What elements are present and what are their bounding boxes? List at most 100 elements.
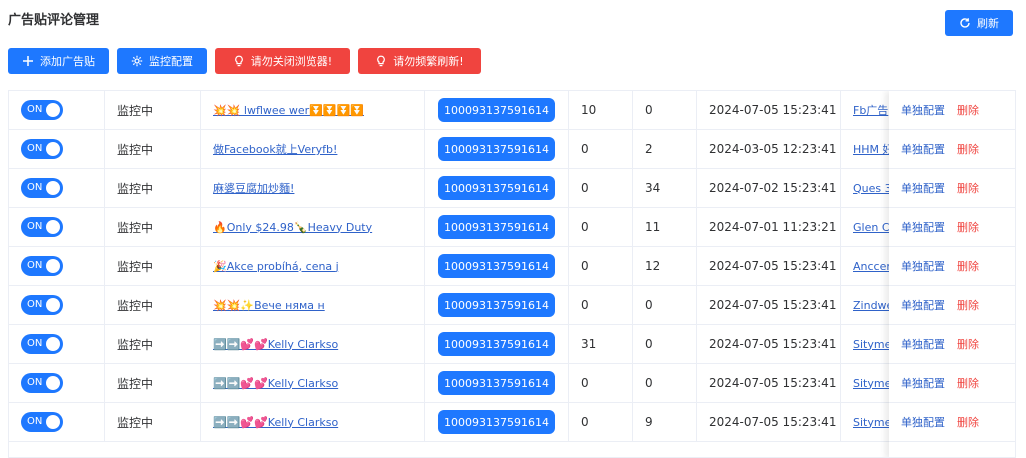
delete-button[interactable]: 删除 bbox=[957, 258, 979, 274]
page-name-link[interactable]: Ques 3 bbox=[853, 182, 889, 195]
table-row: ON 监控中 ➡️➡️💕💕Kelly Clarkso 1000931375916… bbox=[9, 325, 1015, 364]
page-name-link[interactable]: Sityme bbox=[853, 377, 889, 390]
single-config-button[interactable]: 单独配置 bbox=[901, 336, 945, 352]
monitor-toggle[interactable]: ON bbox=[21, 373, 63, 393]
title-cell: 🎉Akce probíhá, cena j bbox=[201, 247, 425, 285]
table-row: ON 监控中 ➡️➡️💕💕Kelly Clarkso 1000931375916… bbox=[9, 403, 1015, 442]
count-value-2: 0 bbox=[645, 376, 653, 390]
monitor-toggle[interactable]: ON bbox=[21, 139, 63, 159]
ad-post-title-link[interactable]: 麻婆豆腐加炒麵! bbox=[213, 180, 294, 196]
ad-post-title-link[interactable]: ➡️➡️💕💕Kelly Clarkso bbox=[213, 416, 338, 429]
account-id-tag[interactable]: 100093137591614 bbox=[438, 98, 555, 122]
single-config-button[interactable]: 单独配置 bbox=[901, 219, 945, 235]
refresh-button[interactable]: 刷新 bbox=[945, 10, 1013, 36]
count-value-2: 0 bbox=[645, 337, 653, 351]
page-name-cell: Anccer bbox=[841, 247, 889, 285]
single-config-button[interactable]: 单独配置 bbox=[901, 102, 945, 118]
account-id-tag[interactable]: 100093137591614 bbox=[438, 254, 555, 278]
toggle-knob bbox=[46, 103, 60, 117]
monitor-toggle[interactable]: ON bbox=[21, 178, 63, 198]
single-config-button[interactable]: 单独配置 bbox=[901, 141, 945, 157]
account-id-tag[interactable]: 100093137591614 bbox=[438, 137, 555, 161]
count-cell-1: 0 bbox=[569, 130, 633, 168]
switch-cell: ON bbox=[9, 247, 105, 285]
page-name-cell: Zindwe bbox=[841, 286, 889, 324]
count-value-2: 0 bbox=[645, 103, 653, 117]
page-name-link[interactable]: Sityme bbox=[853, 416, 889, 429]
warning-close-browser-label: 请勿关闭浏览器! bbox=[250, 55, 333, 68]
count-cell-2: 34 bbox=[633, 169, 697, 207]
single-config-button[interactable]: 单独配置 bbox=[901, 375, 945, 391]
page-name-link[interactable]: Anccer bbox=[853, 260, 889, 273]
monitor-config-button[interactable]: 监控配置 bbox=[117, 48, 207, 74]
monitor-toggle[interactable]: ON bbox=[21, 100, 63, 120]
delete-button[interactable]: 删除 bbox=[957, 414, 979, 430]
monitor-toggle[interactable]: ON bbox=[21, 334, 63, 354]
account-id-tag[interactable]: 100093137591614 bbox=[438, 371, 555, 395]
operations-row: 单独配置 删除 bbox=[889, 247, 1015, 286]
table-row: ON 监控中 ➡️➡️💕💕Kelly Clarkso 1000931375916… bbox=[9, 364, 1015, 403]
count-value-2: 12 bbox=[645, 259, 661, 273]
account-id-cell: 100093137591614 bbox=[425, 364, 569, 402]
delete-button[interactable]: 删除 bbox=[957, 180, 979, 196]
account-id-tag[interactable]: 100093137591614 bbox=[438, 176, 555, 200]
ad-post-title-link[interactable]: ➡️➡️💕💕Kelly Clarkso bbox=[213, 338, 338, 351]
title-cell: 💥💥✨Вече няма н bbox=[201, 286, 425, 324]
account-id-tag[interactable]: 100093137591614 bbox=[438, 293, 555, 317]
ad-post-title-link[interactable]: 💥💥 lwflwee wer⏬⏬⏬⏬ bbox=[213, 104, 364, 117]
switch-cell: ON bbox=[9, 91, 105, 129]
add-ad-post-button[interactable]: 添加广告贴 bbox=[8, 48, 109, 74]
single-config-button[interactable]: 单独配置 bbox=[901, 258, 945, 274]
ad-post-title-link[interactable]: 做Facebook就上Veryfb! bbox=[213, 141, 337, 157]
warning-close-browser-button[interactable]: 请勿关闭浏览器! bbox=[215, 48, 350, 74]
delete-button[interactable]: 删除 bbox=[957, 141, 979, 157]
toggle-knob bbox=[46, 376, 60, 390]
delete-button[interactable]: 删除 bbox=[957, 102, 979, 118]
ad-post-title-link[interactable]: 💥💥✨Вече няма н bbox=[213, 299, 325, 312]
account-id-cell: 100093137591614 bbox=[425, 403, 569, 441]
page-name-link[interactable]: Fb广告 bbox=[853, 102, 888, 118]
ad-post-table: ON 监控中 💥💥 lwflwee wer⏬⏬⏬⏬ 10009313759161… bbox=[8, 90, 1016, 458]
page-name-link[interactable]: Glen C bbox=[853, 221, 889, 234]
ad-post-title-link[interactable]: ➡️➡️💕💕Kelly Clarkso bbox=[213, 377, 338, 390]
delete-button[interactable]: 删除 bbox=[957, 219, 979, 235]
date-value: 2024-03-05 12:23:41 bbox=[709, 142, 837, 156]
monitor-toggle[interactable]: ON bbox=[21, 295, 63, 315]
toggle-label: ON bbox=[27, 260, 43, 271]
count-cell-2: 9 bbox=[633, 403, 697, 441]
operations-row: 单独配置 删除 bbox=[889, 91, 1015, 130]
count-cell-2: 0 bbox=[633, 91, 697, 129]
operations-row: 单独配置 删除 bbox=[889, 403, 1015, 442]
account-id-tag[interactable]: 100093137591614 bbox=[438, 410, 555, 434]
count-cell-2: 11 bbox=[633, 208, 697, 246]
status-text: 监控中 bbox=[117, 376, 154, 391]
single-config-button[interactable]: 单独配置 bbox=[901, 180, 945, 196]
date-value: 2024-07-05 15:23:41 bbox=[709, 337, 837, 351]
page-name-cell: Sityme bbox=[841, 325, 889, 363]
page-name-link[interactable]: HHM 好 bbox=[853, 141, 889, 157]
ad-post-title-link[interactable]: 🔥Only $24.98🍾Heavy Duty bbox=[213, 221, 372, 234]
page-name-link[interactable]: Zindwe bbox=[853, 299, 889, 312]
count-value-1: 0 bbox=[581, 415, 589, 429]
count-cell-2: 0 bbox=[633, 364, 697, 402]
title-cell: 做Facebook就上Veryfb! bbox=[201, 130, 425, 168]
toggle-label: ON bbox=[27, 416, 43, 427]
page-name-link[interactable]: Sityme bbox=[853, 338, 889, 351]
count-value-2: 9 bbox=[645, 415, 653, 429]
table-row: ON 监控中 💥💥 lwflwee wer⏬⏬⏬⏬ 10009313759161… bbox=[9, 91, 1015, 130]
count-value-1: 0 bbox=[581, 298, 589, 312]
account-id-tag[interactable]: 100093137591614 bbox=[438, 332, 555, 356]
single-config-button[interactable]: 单独配置 bbox=[901, 414, 945, 430]
switch-cell: ON bbox=[9, 169, 105, 207]
monitor-toggle[interactable]: ON bbox=[21, 217, 63, 237]
monitor-toggle[interactable]: ON bbox=[21, 412, 63, 432]
ad-post-title-link[interactable]: 🎉Akce probíhá, cena j bbox=[213, 260, 339, 273]
monitor-toggle[interactable]: ON bbox=[21, 256, 63, 276]
delete-button[interactable]: 删除 bbox=[957, 375, 979, 391]
warning-refresh-button[interactable]: 请勿频繁刷新! bbox=[358, 48, 481, 74]
status-text: 监控中 bbox=[117, 181, 154, 196]
account-id-tag[interactable]: 100093137591614 bbox=[438, 215, 555, 239]
delete-button[interactable]: 删除 bbox=[957, 297, 979, 313]
delete-button[interactable]: 删除 bbox=[957, 336, 979, 352]
single-config-button[interactable]: 单独配置 bbox=[901, 297, 945, 313]
